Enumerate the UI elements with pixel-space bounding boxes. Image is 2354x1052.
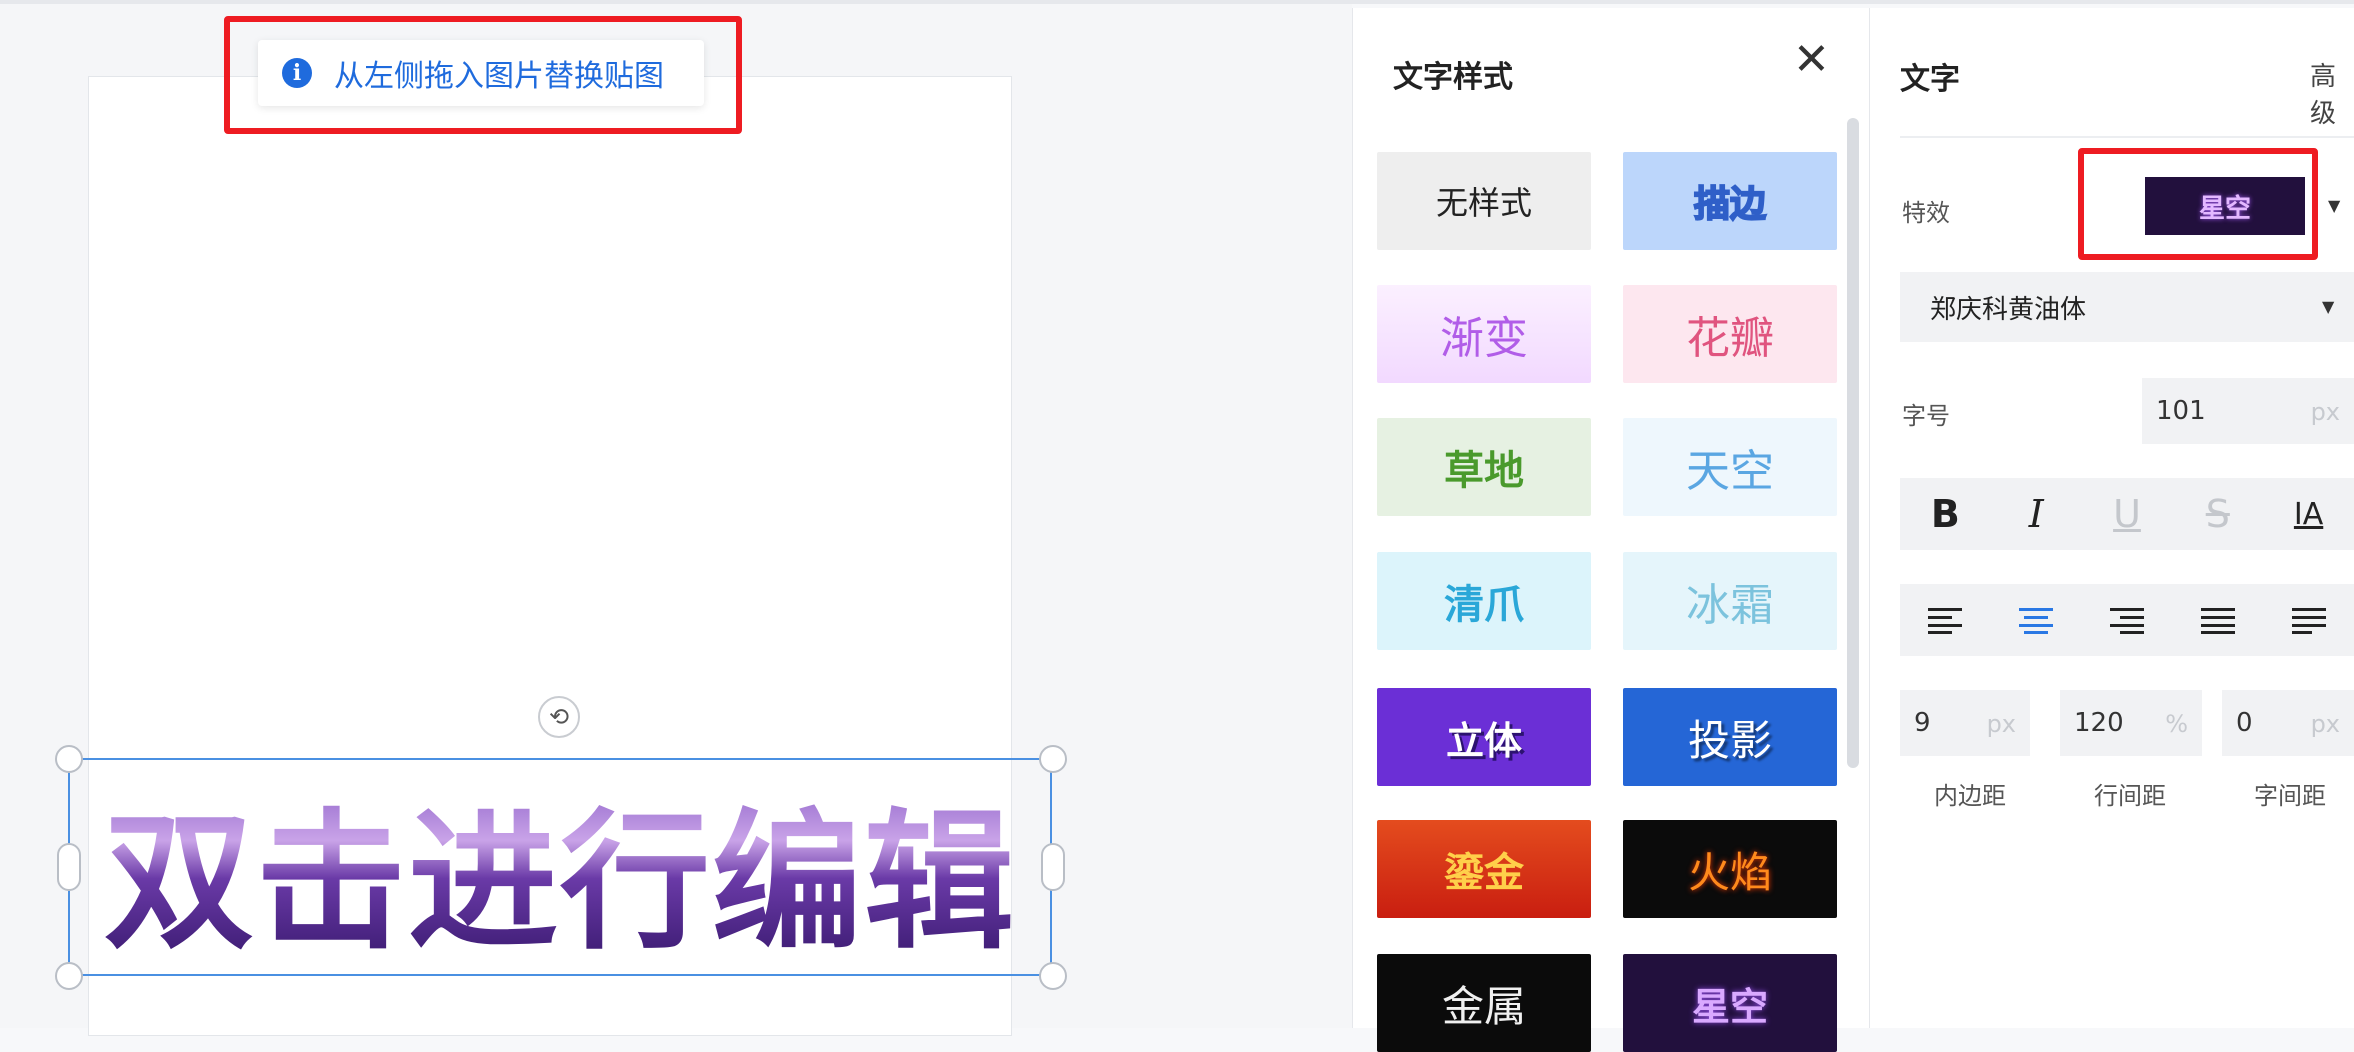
- canvas-area[interactable]: i 从左侧拖入图片替换贴图 ⟲ 双击进行编辑: [0, 4, 1352, 1036]
- bold-button[interactable]: B: [1900, 492, 1991, 536]
- font-size-input[interactable]: 101 px: [2142, 378, 2354, 444]
- chevron-down-icon[interactable]: ▼: [2328, 196, 2340, 215]
- letter-spacing-label: 字间距: [2254, 782, 2326, 810]
- font-family-value: 郑庆科黄油体: [1930, 294, 2087, 325]
- properties-title: 文字: [1900, 62, 1960, 97]
- resize-handle-bottom-left[interactable]: [55, 962, 83, 990]
- close-icon[interactable]: ✕: [1793, 38, 1830, 82]
- align-center-icon[interactable]: [1991, 606, 2082, 634]
- effect-label: 特效: [1902, 199, 1950, 227]
- align-distribute-icon[interactable]: [2263, 606, 2354, 634]
- letter-spacing-input[interactable]: 0 px: [2222, 690, 2354, 756]
- style-tile-stroke[interactable]: 描边: [1623, 152, 1837, 250]
- underline-button[interactable]: U: [2082, 492, 2173, 536]
- line-height-value: 120: [2074, 708, 2124, 738]
- font-size-unit: px: [2310, 398, 2340, 426]
- resize-handle-top-left[interactable]: [55, 745, 83, 773]
- style-tile-metal[interactable]: 金属: [1377, 954, 1591, 1052]
- rotate-handle-icon[interactable]: ⟲: [538, 696, 580, 738]
- resize-handle-top-right[interactable]: [1039, 745, 1067, 773]
- style-tile-gradient[interactable]: 渐变: [1377, 285, 1591, 383]
- padding-label: 内边距: [1934, 782, 2006, 810]
- style-tile-gold[interactable]: 鎏金: [1377, 820, 1591, 918]
- style-tile-sky[interactable]: 天空: [1623, 418, 1837, 516]
- style-tile-frost[interactable]: 冰霜: [1623, 552, 1837, 650]
- style-tile-petal[interactable]: 花瓣: [1623, 285, 1837, 383]
- selection-box: [68, 758, 1052, 976]
- style-tile-starry[interactable]: 星空: [1623, 954, 1837, 1052]
- resize-handle-bottom-right[interactable]: [1039, 962, 1067, 990]
- divider: [1900, 136, 2354, 138]
- chevron-down-icon: ▼: [2322, 297, 2335, 316]
- highlight-box-tip: [224, 16, 742, 134]
- italic-button[interactable]: I: [1991, 492, 2082, 536]
- resize-handle-right[interactable]: [1041, 843, 1065, 891]
- font-family-select[interactable]: 郑庆科黄油体 ▼: [1900, 272, 2354, 342]
- line-height-label: 行间距: [2094, 782, 2166, 810]
- highlight-box-effect: [2078, 148, 2318, 260]
- align-toolbar: [1900, 584, 2354, 656]
- style-tile-grass[interactable]: 草地: [1377, 418, 1591, 516]
- style-tile-none[interactable]: 无样式: [1377, 152, 1591, 250]
- panel-title: 文字样式: [1393, 60, 1513, 95]
- line-height-unit: %: [2165, 710, 2188, 738]
- format-toolbar: B I U S IA: [1900, 478, 2354, 550]
- align-right-icon[interactable]: [2082, 606, 2173, 634]
- text-style-panel: 文字样式 ✕ 无样式 描边 渐变 花瓣 草地 天空 清爪 冰霜 立体 投影 鎏金…: [1352, 8, 1870, 1052]
- letter-spacing-unit: px: [2310, 710, 2340, 738]
- line-height-input[interactable]: 120 %: [2060, 690, 2202, 756]
- style-tile-shadow[interactable]: 投影: [1623, 688, 1837, 786]
- font-size-value: 101: [2156, 396, 2206, 426]
- padding-value: 9: [1914, 708, 1931, 738]
- tab-advanced[interactable]: 高级: [2310, 56, 2354, 130]
- text-direction-button[interactable]: IA: [2263, 497, 2354, 532]
- align-left-icon[interactable]: [1900, 606, 1991, 634]
- align-justify-icon[interactable]: [2172, 606, 2263, 634]
- letter-spacing-value: 0: [2236, 708, 2253, 738]
- padding-unit: px: [1986, 710, 2016, 738]
- style-tile-3d[interactable]: 立体: [1377, 688, 1591, 786]
- style-tile-ice[interactable]: 清爪: [1377, 552, 1591, 650]
- scrollbar[interactable]: [1847, 118, 1859, 768]
- strikethrough-button[interactable]: S: [2172, 492, 2263, 536]
- font-size-label: 字号: [1902, 402, 1950, 430]
- style-tile-flame[interactable]: 火焰: [1623, 820, 1837, 918]
- padding-input[interactable]: 9 px: [1900, 690, 2030, 756]
- resize-handle-left[interactable]: [57, 843, 81, 891]
